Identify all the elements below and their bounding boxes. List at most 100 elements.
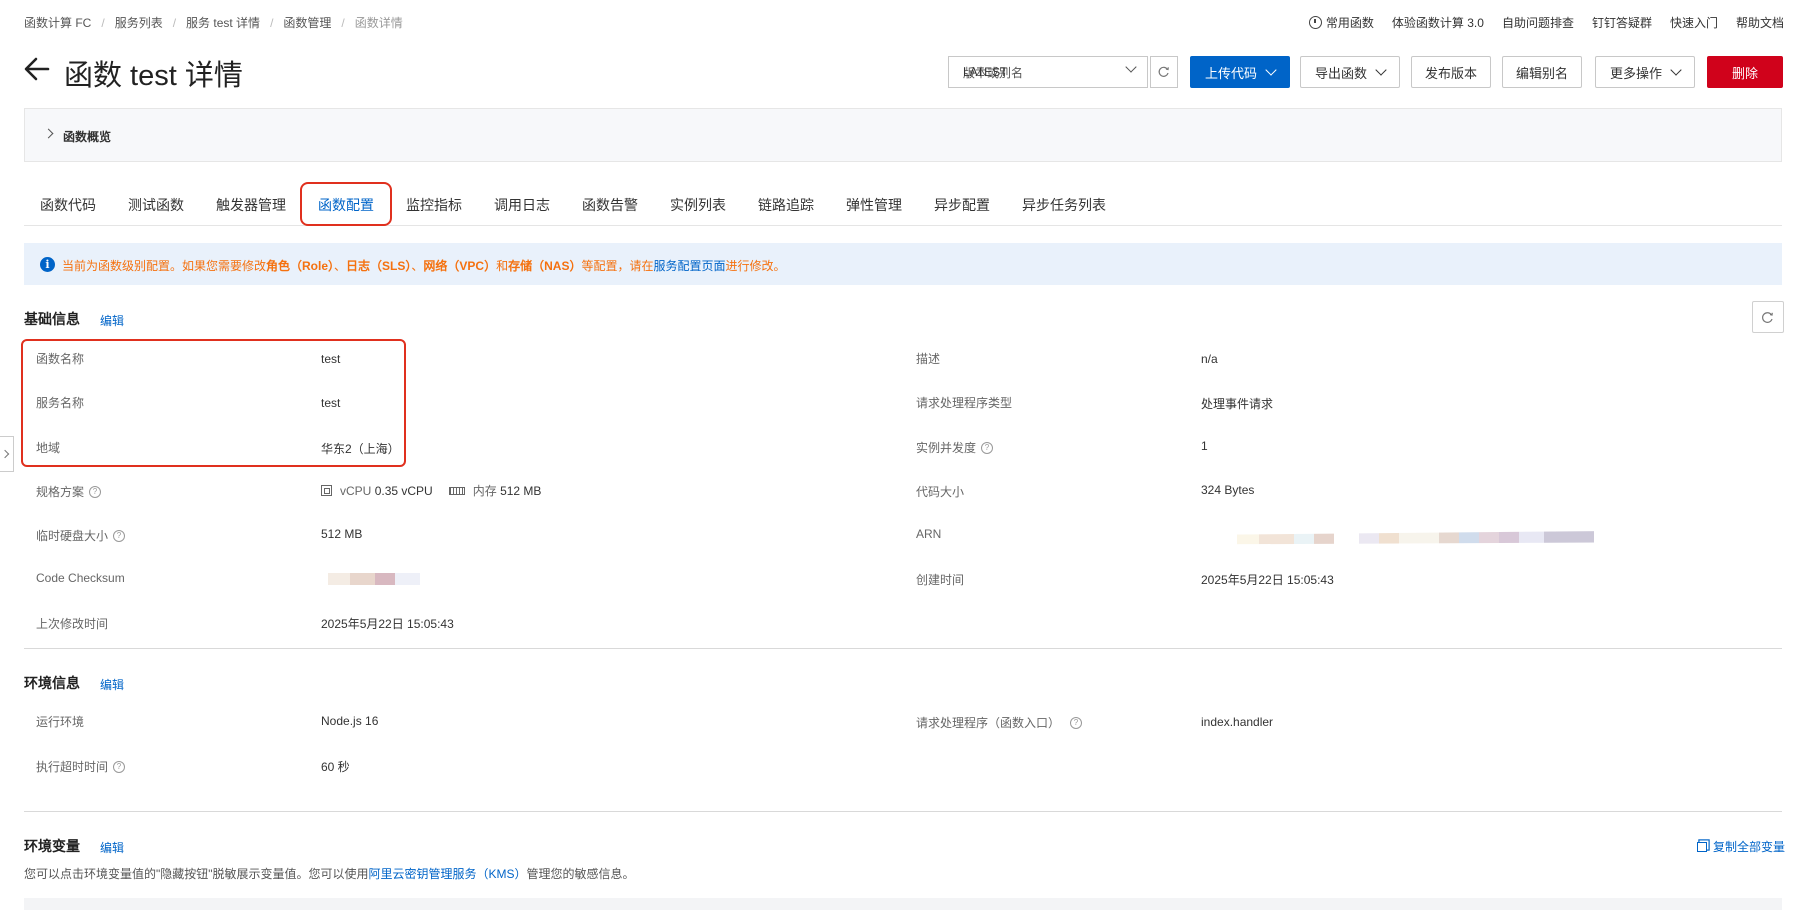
description-label: 描述 (916, 352, 941, 366)
tab-function-code[interactable]: 函数代码 (40, 195, 96, 215)
copy-icon (1697, 841, 1707, 852)
arn-label: ARN (916, 527, 942, 541)
concurrency-value: 1 (1201, 439, 1208, 453)
env-vars-edit-link[interactable]: 编辑 (100, 839, 124, 856)
timeout-value: 60 秒 (321, 760, 350, 774)
env-vars-title: 环境变量 (24, 838, 80, 854)
region-value: 华东2（上海） (321, 442, 400, 456)
help-icon[interactable]: ? (1070, 716, 1083, 729)
section-divider (24, 811, 1782, 812)
tab-tracing[interactable]: 链路追踪 (758, 195, 814, 215)
upload-code-button[interactable]: 上传代码 (1190, 56, 1290, 88)
env-info-edit-link[interactable]: 编辑 (100, 676, 124, 693)
tab-async-config[interactable]: 异步配置 (934, 195, 990, 215)
env-info-title: 环境信息 (24, 675, 80, 691)
chevron-down-icon (1375, 64, 1387, 76)
help-icon[interactable]: ? (113, 760, 126, 773)
breadcrumb-service-list[interactable]: 服务列表 (115, 14, 163, 31)
checksum-label: Code Checksum (36, 571, 125, 585)
version-alias-select[interactable]: 版本或别名 LATEST (948, 56, 1148, 88)
cpu-icon (321, 485, 332, 496)
breadcrumb-current: 函数详情 (354, 16, 403, 30)
code-size-value: 324 Bytes (1201, 483, 1255, 497)
breadcrumb-fc[interactable]: 函数计算 FC (24, 14, 91, 31)
tab-bar: 函数代码 测试函数 触发器管理 函数配置 监控指标 调用日志 函数告警 实例列表… (24, 183, 1782, 226)
more-actions-button[interactable]: 更多操作 (1595, 56, 1695, 88)
disk-label: 临时硬盘大小? (36, 527, 126, 544)
breadcrumb-separator: / (101, 15, 105, 30)
refresh-version-button[interactable] (1150, 56, 1178, 88)
tab-invocation-logs[interactable]: 调用日志 (494, 195, 550, 215)
created-time-value: 2025年5月22日 15:05:43 (1201, 573, 1334, 587)
top-link-dingtalk[interactable]: 钉钉答疑群 (1592, 14, 1652, 31)
top-link-help[interactable]: 帮助文档 (1736, 14, 1784, 31)
copy-all-vars-link[interactable]: 复制全部变量 (1697, 838, 1785, 855)
edit-alias-button[interactable]: 编辑别名 (1502, 56, 1582, 88)
breadcrumb-function-mgmt[interactable]: 函数管理 (283, 14, 331, 31)
function-name-value: test (321, 352, 341, 366)
tab-instances[interactable]: 实例列表 (670, 195, 726, 215)
env-vars-description: 您可以点击环境变量值的"隐藏按钮"脱敏展示变量值。您可以使用 阿里云密钥管理服务（… (24, 865, 635, 882)
handler-type-value: 处理事件请求 (1201, 397, 1274, 411)
top-link-quickstart[interactable]: 快速入门 (1670, 14, 1718, 31)
disk-value: 512 MB (321, 527, 363, 541)
basic-info-edit-link[interactable]: 编辑 (100, 312, 124, 329)
function-overview-panel[interactable]: 函数概览 (24, 108, 1782, 162)
delete-button[interactable]: 删除 (1707, 56, 1783, 88)
runtime-label: 运行环境 (36, 715, 85, 729)
function-name-label: 函数名称 (36, 352, 85, 366)
help-icon[interactable]: ? (89, 485, 102, 498)
info-icon: i (40, 257, 55, 272)
info-banner: i 当前为函数级别配置。如果您需要修改角色（Role）、日志（SLS）、网络（V… (24, 243, 1782, 285)
runtime-value: Node.js 16 (321, 714, 379, 728)
handler-value: index.handler (1201, 715, 1274, 729)
version-select-value: LATEST (963, 65, 1008, 79)
top-link-troubleshoot[interactable]: 自助问题排查 (1502, 14, 1574, 31)
banner-text: 当前为函数级别配置。如果您需要修改角色（Role）、日志（SLS）、网络（VPC… (62, 259, 786, 273)
refresh-button[interactable] (1752, 301, 1784, 333)
breadcrumb-service-detail[interactable]: 服务 test 详情 (186, 14, 260, 31)
service-config-link[interactable]: 服务配置页面 (653, 259, 725, 273)
export-function-button[interactable]: 导出函数 (1300, 56, 1400, 88)
spec-value: vCPU 0.35 vCPU 内存 512 MB (321, 482, 541, 499)
kms-link[interactable]: 阿里云密钥管理服务（KMS） (369, 865, 527, 882)
tab-alerts[interactable]: 函数告警 (582, 195, 638, 215)
chevron-down-icon (1125, 61, 1137, 73)
breadcrumb-separator: / (172, 15, 177, 30)
sidebar-expand-handle[interactable] (0, 436, 14, 472)
redacted-arn (1199, 531, 1599, 545)
tab-trigger-mgmt[interactable]: 触发器管理 (216, 195, 286, 215)
active-tab-highlight-box (300, 182, 392, 226)
handler-label: 请求处理程序（函数入口）? (916, 714, 1083, 731)
region-label: 地域 (36, 441, 61, 455)
env-vars-table (24, 898, 1782, 910)
help-icon[interactable]: ? (113, 529, 126, 542)
top-link-try-fc3[interactable]: 体验函数计算 3.0 (1392, 14, 1484, 31)
service-name-label: 服务名称 (36, 396, 85, 410)
redacted-checksum (320, 573, 450, 585)
breadcrumb-separator: / (341, 15, 345, 30)
refresh-icon (1762, 312, 1773, 323)
tab-async-task-list[interactable]: 异步任务列表 (1022, 195, 1106, 215)
help-icon[interactable]: ? (981, 441, 994, 454)
publish-version-button[interactable]: 发布版本 (1411, 56, 1491, 88)
page-title: 函数 test 详情 (64, 60, 243, 92)
description-value: n/a (1201, 352, 1218, 366)
modified-time-value: 2025年5月22日 15:05:43 (321, 617, 454, 631)
code-size-label: 代码大小 (916, 485, 965, 499)
overview-label: 函数概览 (63, 130, 112, 144)
top-links: 常用函数 体验函数计算 3.0 自助问题排查 钉钉答疑群 快速入门 帮助文档 (1308, 14, 1784, 31)
memory-icon (448, 486, 465, 495)
chevron-right-icon (43, 128, 54, 139)
chevron-down-icon (1670, 64, 1682, 76)
tab-elastic-mgmt[interactable]: 弹性管理 (846, 195, 902, 215)
service-name-value: test (321, 396, 341, 410)
handler-type-label: 请求处理程序类型 (916, 396, 1013, 410)
top-link-common-functions[interactable]: 常用函数 (1308, 14, 1374, 31)
back-arrow-icon[interactable] (24, 56, 50, 82)
refresh-icon (1158, 66, 1169, 77)
modified-time-label: 上次修改时间 (36, 617, 109, 631)
tab-test-function[interactable]: 测试函数 (128, 195, 184, 215)
spec-label: 规格方案? (36, 483, 102, 500)
tab-monitoring[interactable]: 监控指标 (406, 195, 462, 215)
